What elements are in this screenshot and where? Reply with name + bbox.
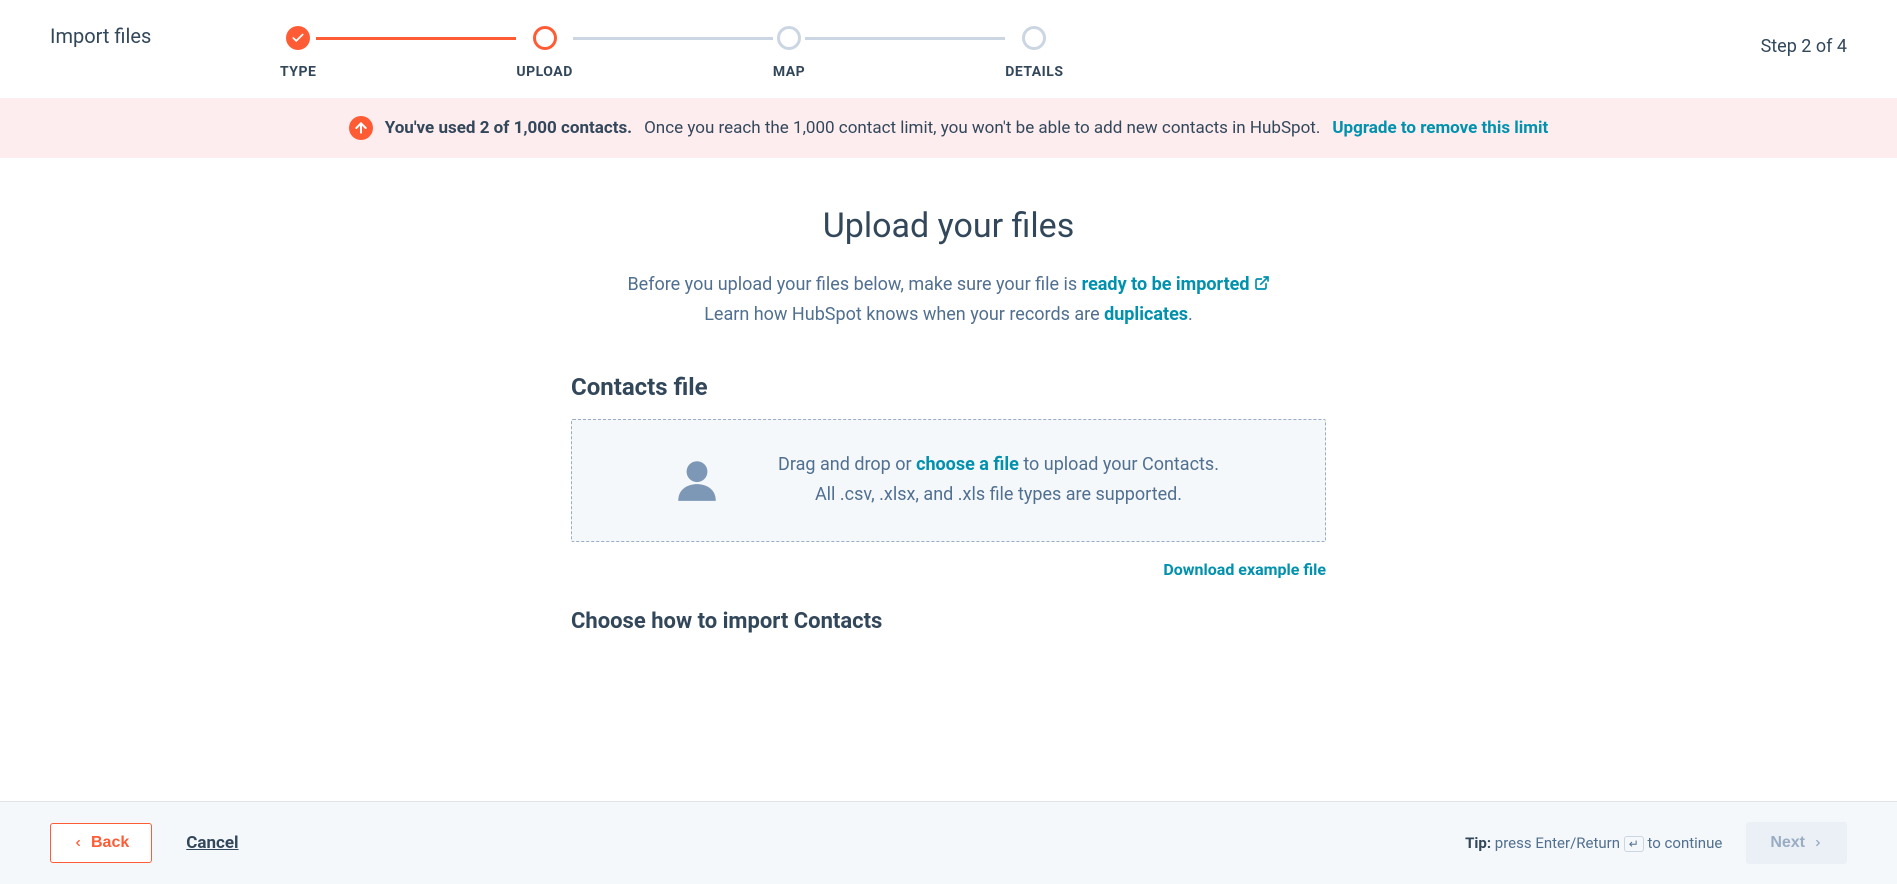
download-row: Download example file bbox=[571, 560, 1326, 579]
step-map: MAP bbox=[773, 26, 805, 80]
download-example-link[interactable]: Download example file bbox=[1163, 560, 1326, 579]
footer-bar: Back Cancel Tip: press Enter/Return ↵ to… bbox=[0, 801, 1897, 884]
dz-line2: All .csv, .xlsx, and .xls file types are… bbox=[752, 480, 1245, 511]
external-link-icon bbox=[1254, 275, 1270, 296]
duplicates-link[interactable]: duplicates bbox=[1104, 304, 1188, 325]
import-method-heading: Choose how to import Contacts bbox=[571, 609, 1326, 634]
back-label: Back bbox=[91, 834, 129, 852]
step-upload: UPLOAD bbox=[516, 26, 572, 80]
person-icon bbox=[672, 455, 722, 505]
step-indicator: Step 2 of 4 bbox=[1064, 24, 1848, 57]
sub-text: . bbox=[1188, 304, 1193, 325]
step-circle-active bbox=[533, 26, 557, 50]
step-circle-future bbox=[777, 26, 801, 50]
step-connector bbox=[805, 37, 1005, 40]
step-circle-done bbox=[286, 26, 310, 50]
dz-text: to upload your Contacts. bbox=[1019, 454, 1219, 475]
step-circle-future bbox=[1022, 26, 1046, 50]
chevron-left-icon bbox=[73, 836, 83, 850]
ready-to-import-link[interactable]: ready to be imported bbox=[1082, 274, 1270, 295]
file-dropzone[interactable]: Drag and drop or choose a file to upload… bbox=[571, 419, 1326, 542]
usage-banner: You've used 2 of 1,000 contacts. Once yo… bbox=[0, 98, 1897, 158]
step-details: DETAILS bbox=[1005, 26, 1063, 80]
cancel-link[interactable]: Cancel bbox=[186, 833, 238, 853]
upgrade-link[interactable]: Upgrade to remove this limit bbox=[1332, 118, 1548, 138]
sub-text: Before you upload your files below, make… bbox=[627, 274, 1081, 295]
banner-bold-text: You've used 2 of 1,000 contacts. bbox=[385, 118, 632, 138]
dz-text: Drag and drop or bbox=[778, 454, 916, 475]
page-title: Import files bbox=[50, 24, 280, 48]
step-label: DETAILS bbox=[1005, 64, 1063, 80]
step-connector bbox=[573, 37, 773, 40]
tip-bold: Tip: bbox=[1465, 834, 1491, 852]
step-type: TYPE bbox=[280, 26, 316, 80]
top-bar: Import files TYPE UPLOAD MAP DETAILS Ste… bbox=[0, 0, 1897, 98]
link-text: ready to be imported bbox=[1082, 274, 1250, 295]
main-subtitle-1: Before you upload your files below, make… bbox=[571, 274, 1326, 296]
step-label: MAP bbox=[773, 64, 805, 80]
check-icon bbox=[291, 31, 305, 45]
return-key-icon: ↵ bbox=[1624, 836, 1644, 852]
step-connector bbox=[316, 37, 516, 40]
sub-text: Learn how HubSpot knows when your record… bbox=[704, 304, 1104, 325]
tip-text: Tip: press Enter/Return ↵ to continue bbox=[1465, 834, 1722, 852]
next-label: Next bbox=[1770, 834, 1805, 852]
main-title: Upload your files bbox=[571, 206, 1326, 246]
arrow-up-circle-icon bbox=[349, 116, 373, 140]
tip-pre: press Enter/Return bbox=[1491, 834, 1624, 852]
banner-text: Once you reach the 1,000 contact limit, … bbox=[644, 118, 1320, 138]
next-button[interactable]: Next bbox=[1746, 822, 1847, 864]
progress-steps: TYPE UPLOAD MAP DETAILS bbox=[280, 24, 1064, 80]
back-button[interactable]: Back bbox=[50, 823, 152, 863]
contacts-file-heading: Contacts file bbox=[571, 373, 1326, 401]
main-subtitle-2: Learn how HubSpot knows when your record… bbox=[571, 304, 1326, 325]
step-label: UPLOAD bbox=[516, 64, 572, 80]
tip-post: to continue bbox=[1644, 834, 1723, 852]
choose-file-link[interactable]: choose a file bbox=[916, 454, 1019, 475]
main-content: Upload your files Before you upload your… bbox=[371, 158, 1526, 754]
chevron-right-icon bbox=[1813, 836, 1823, 850]
dropzone-text: Drag and drop or choose a file to upload… bbox=[752, 450, 1285, 511]
step-label: TYPE bbox=[280, 64, 316, 80]
